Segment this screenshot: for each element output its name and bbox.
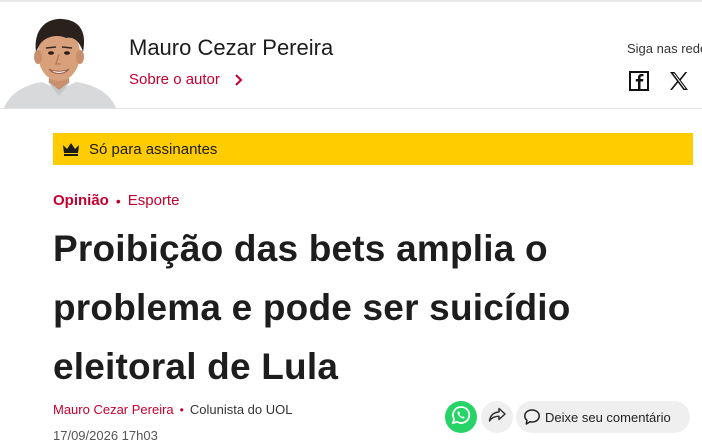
about-author-link[interactable]: Sobre o autor <box>129 71 246 88</box>
chevron-right-icon <box>230 72 246 88</box>
author-avatar[interactable] <box>0 16 118 108</box>
byline-role: Colunista do UOL <box>189 402 293 417</box>
publish-timestamp: 17/09/2026 17h03 <box>53 428 158 443</box>
section-sport-link[interactable]: Esporte <box>128 192 180 209</box>
author-header: Mauro Cezar Pereira Sobre o autor Siga n… <box>0 2 702 109</box>
whatsapp-icon <box>451 405 471 430</box>
share-icon <box>488 407 506 428</box>
byline: Mauro Cezar Pereira • Colunista do UOL <box>53 402 292 417</box>
author-name[interactable]: Mauro Cezar Pereira <box>129 35 333 61</box>
article-category: Opinião • Esporte <box>53 192 179 209</box>
category-separator: • <box>115 192 121 209</box>
facebook-icon[interactable] <box>627 69 651 93</box>
byline-separator: • <box>179 402 184 417</box>
share-button[interactable] <box>481 401 513 433</box>
crown-icon <box>62 141 80 157</box>
subscriber-only-banner: Só para assinantes <box>53 133 693 165</box>
byline-author-link[interactable]: Mauro Cezar Pereira <box>53 402 174 417</box>
x-icon[interactable] <box>667 69 691 93</box>
subscriber-only-label: Só para assinantes <box>89 140 218 158</box>
comment-button-label: Deixe seu comentário <box>545 409 671 425</box>
category-opinion-link[interactable]: Opinião <box>53 192 109 209</box>
comment-button[interactable]: Deixe seu comentário <box>516 401 690 433</box>
article-headline: Proibição das bets amplia o problema e p… <box>53 228 571 387</box>
follow-label: Siga nas redes <box>627 41 702 56</box>
comment-icon <box>523 408 541 426</box>
about-author-label: Sobre o autor <box>129 71 220 88</box>
whatsapp-share-button[interactable] <box>445 401 477 433</box>
